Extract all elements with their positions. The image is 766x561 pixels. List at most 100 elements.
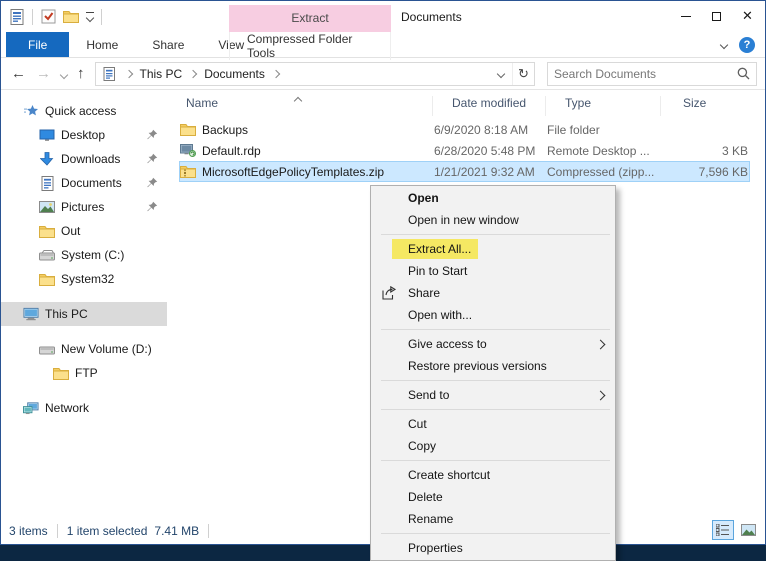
- downloads-icon: [39, 151, 55, 167]
- sidebar-item-network[interactable]: Network: [1, 396, 167, 420]
- help-icon[interactable]: ?: [739, 37, 755, 53]
- recent-locations-dropdown-icon[interactable]: [59, 67, 69, 81]
- sidebar-item-desktop[interactable]: Desktop: [1, 123, 167, 147]
- file-row-backups[interactable]: Backups 6/9/2020 8:18 AM File folder: [179, 119, 750, 140]
- selection-count: 1 item selected: [66, 523, 148, 538]
- sort-ascending-icon: [293, 93, 303, 107]
- refresh-icon[interactable]: ↻: [512, 62, 534, 85]
- thumbnail-view-icon: [740, 524, 756, 536]
- address-dropdown-icon[interactable]: [490, 63, 512, 85]
- menu-item-extract-all[interactable]: Extract All...: [371, 238, 615, 260]
- menu-item-copy[interactable]: Copy: [371, 435, 615, 457]
- tab-home[interactable]: Home: [69, 32, 135, 57]
- context-menu: Open Open in new window Extract All... P…: [370, 185, 616, 561]
- share-icon: [382, 286, 397, 300]
- minimize-icon: [680, 15, 691, 17]
- breadcrumb-separator-icon[interactable]: [188, 69, 198, 78]
- menu-separator: [381, 409, 610, 410]
- document-icon: [39, 175, 55, 191]
- divider: [32, 8, 33, 25]
- sidebar-item-downloads[interactable]: Downloads: [1, 147, 167, 171]
- search-icon[interactable]: [737, 67, 750, 80]
- address-bar[interactable]: This PC Documents ↻: [94, 61, 535, 86]
- breadcrumb-this-pc[interactable]: This PC: [140, 67, 183, 81]
- file-row-default-rdp[interactable]: Default.rdp 6/28/2020 5:48 PM Remote Des…: [179, 140, 750, 161]
- sidebar-item-system-c[interactable]: System (C:): [1, 243, 167, 267]
- menu-item-create-shortcut[interactable]: Create shortcut: [371, 464, 615, 486]
- folder-icon: [39, 223, 55, 239]
- menu-item-pin-to-start[interactable]: Pin to Start: [371, 260, 615, 282]
- details-view-button[interactable]: [712, 520, 734, 540]
- sidebar-item-ftp[interactable]: FTP: [1, 361, 167, 385]
- drive-icon: [39, 341, 55, 357]
- menu-item-restore-previous-versions[interactable]: Restore previous versions: [371, 355, 615, 377]
- menu-item-rename[interactable]: Rename: [371, 508, 615, 530]
- maximize-button[interactable]: [701, 1, 732, 31]
- menu-item-open-in-new-window[interactable]: Open in new window: [371, 209, 615, 231]
- sidebar-item-out[interactable]: Out: [1, 219, 167, 243]
- folder-icon: [39, 271, 55, 287]
- computer-icon: [23, 306, 39, 322]
- breadcrumb-separator-icon[interactable]: [271, 69, 281, 78]
- sidebar-item-documents[interactable]: Documents: [1, 171, 167, 195]
- menu-item-properties[interactable]: Properties: [371, 537, 615, 559]
- menu-separator: [381, 533, 610, 534]
- menu-item-delete[interactable]: Delete: [371, 486, 615, 508]
- menu-separator: [381, 460, 610, 461]
- search-input[interactable]: [554, 66, 737, 81]
- menu-item-cut[interactable]: Cut: [371, 413, 615, 435]
- checkbox-icon[interactable]: [40, 9, 56, 25]
- breadcrumb-separator-icon: [124, 69, 133, 78]
- tab-file[interactable]: File: [6, 32, 70, 57]
- back-button[interactable]: ←: [11, 65, 26, 82]
- quick-access-star-icon: [23, 103, 39, 119]
- close-button[interactable]: ✕: [732, 1, 763, 31]
- column-header-type[interactable]: Type: [546, 96, 661, 116]
- menu-item-open[interactable]: Open: [371, 187, 615, 209]
- pin-icon: [147, 201, 158, 212]
- menu-separator: [381, 329, 610, 330]
- ribbon-collapse-icon[interactable]: [719, 40, 729, 50]
- details-view-icon: [716, 524, 729, 536]
- folder-location-icon: [102, 66, 118, 82]
- sidebar-item-system32[interactable]: System32: [1, 267, 167, 291]
- contextual-tab-group-extract: Extract: [229, 5, 391, 32]
- sidebar-item-quick-access[interactable]: Quick access: [1, 99, 167, 123]
- menu-item-give-access-to[interactable]: Give access to: [371, 333, 615, 355]
- breadcrumb-documents[interactable]: Documents: [204, 67, 265, 81]
- sidebar-item-this-pc[interactable]: This PC: [1, 302, 167, 326]
- folder-icon: [53, 365, 69, 381]
- thumbnail-view-button[interactable]: [737, 520, 759, 540]
- column-header-size[interactable]: Size: [661, 96, 765, 116]
- maximize-icon: [712, 11, 721, 21]
- forward-button[interactable]: →: [36, 65, 51, 82]
- divider: [101, 8, 102, 25]
- network-icon: [23, 400, 39, 416]
- column-header-date-modified[interactable]: Date modified: [433, 96, 546, 116]
- sidebar-item-new-volume-d[interactable]: New Volume (D:): [1, 337, 167, 361]
- desktop-icon: [39, 127, 55, 143]
- divider: [56, 523, 58, 538]
- customize-quick-access-dropdown[interactable]: [85, 12, 95, 23]
- search-box[interactable]: [547, 61, 757, 86]
- menu-item-send-to[interactable]: Send to: [371, 384, 615, 406]
- menu-item-open-with[interactable]: Open with...: [371, 304, 615, 326]
- pin-icon: [147, 153, 158, 164]
- sidebar-item-pictures[interactable]: Pictures: [1, 195, 167, 219]
- new-folder-icon[interactable]: [63, 9, 79, 25]
- divider: [208, 523, 210, 538]
- picture-icon: [39, 199, 55, 215]
- menu-separator: [381, 380, 610, 381]
- file-row-zip-selected[interactable]: MicrosoftEdgePolicyTemplates.zip 1/21/20…: [179, 161, 750, 182]
- column-headers: Name Date modified Type Size: [167, 90, 765, 116]
- up-button[interactable]: ↑: [77, 65, 85, 82]
- navigation-pane: Quick access Desktop Downloads Documents…: [1, 90, 167, 518]
- folder-icon: [180, 122, 196, 138]
- tab-compressed-folder-tools[interactable]: Compressed Folder Tools: [229, 32, 391, 60]
- minimize-button[interactable]: [670, 1, 701, 31]
- tab-share[interactable]: Share: [135, 32, 201, 57]
- zip-folder-icon: [180, 164, 196, 180]
- items-count: 3 items: [9, 523, 48, 538]
- pin-icon: [147, 177, 158, 188]
- menu-item-share[interactable]: Share: [371, 282, 615, 304]
